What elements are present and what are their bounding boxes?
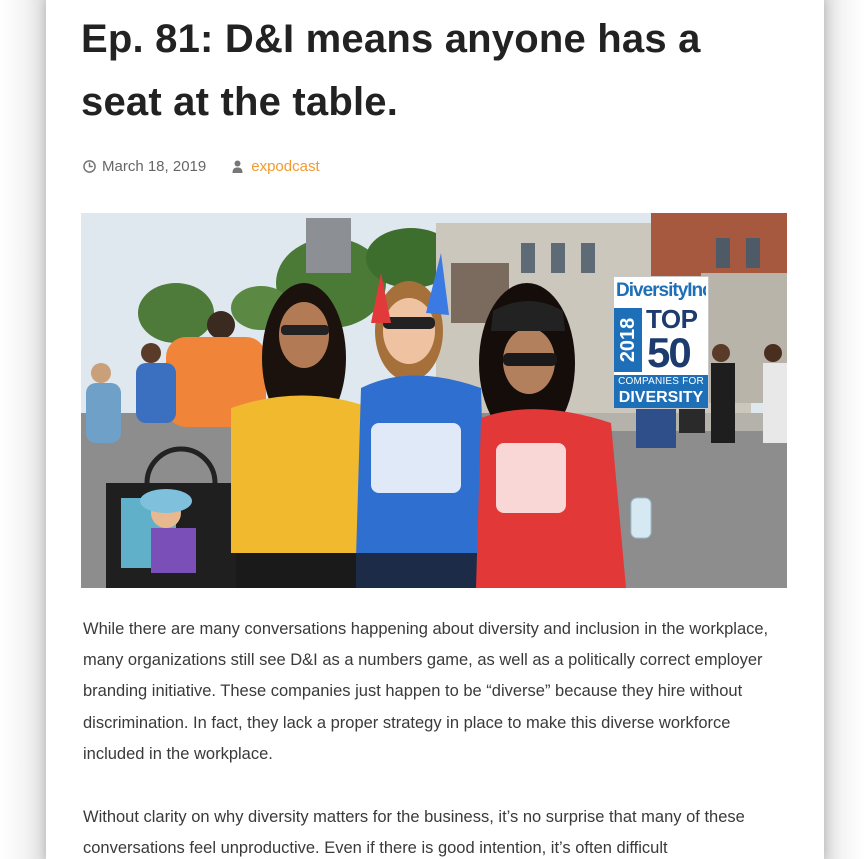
post-content: While there are many conversations happe… bbox=[83, 614, 783, 859]
badge-line2: DIVERSITY bbox=[614, 388, 708, 408]
paragraph: Without clarity on why diversity matters… bbox=[83, 808, 745, 858]
paragraph: While there are many conversations happe… bbox=[83, 620, 769, 763]
hero-image: DiversityInc 2018 TOP 50 COMPANIES FOR D… bbox=[81, 213, 787, 588]
page-gutter-right bbox=[824, 0, 864, 859]
author-link[interactable]: expodcast bbox=[251, 158, 319, 175]
badge-year: 2018 bbox=[614, 308, 642, 372]
user-icon bbox=[232, 160, 243, 173]
post-date: March 18, 2019 bbox=[102, 157, 207, 175]
post-meta: March 18, 2019 expodcast bbox=[83, 156, 320, 176]
clock-icon bbox=[83, 159, 96, 173]
diversityinc-top50-badge: DiversityInc 2018 TOP 50 COMPANIES FOR D… bbox=[613, 276, 709, 409]
page-gutter-left bbox=[0, 0, 46, 859]
badge-line1: COMPANIES FOR bbox=[614, 375, 708, 388]
badge-rank: 50 bbox=[647, 329, 692, 376]
badge-brand: DiversityInc bbox=[616, 280, 706, 301]
post-title: Ep. 81: D&I means anyone has a seat at t… bbox=[81, 17, 701, 124]
blog-post: Ep. 81: D&I means anyone has a seat at t… bbox=[46, 0, 824, 859]
